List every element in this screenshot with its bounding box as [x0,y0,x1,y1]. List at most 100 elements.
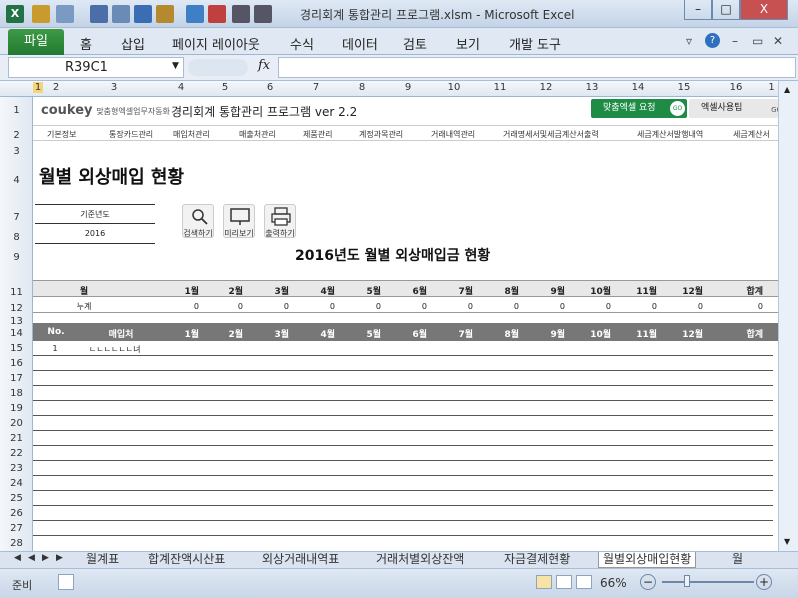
undo-icon[interactable] [56,5,74,23]
ribbon-minimize-icon[interactable]: – [732,34,738,48]
name-box[interactable]: R39C1 [8,57,184,78]
save-icon[interactable] [32,5,50,23]
row-header[interactable]: 23 [0,463,33,474]
column-header[interactable]: 8 [339,82,385,93]
row-header[interactable]: 13 [0,316,33,327]
nav-product[interactable]: 제품관리 [303,129,332,140]
column-header[interactable]: 6 [247,82,293,93]
row-header[interactable]: 27 [0,523,33,534]
request-button[interactable]: 맞춤엑셀 요청 GO [591,99,687,118]
page-layout-icon[interactable] [556,575,572,589]
column-header[interactable]: 10 [431,82,477,93]
scroll-down-icon[interactable]: ▼ [784,537,790,546]
zoom-slider-track[interactable] [662,581,754,583]
vertical-scrollbar[interactable]: ▲ ▼ [778,81,798,551]
zoom-level[interactable]: 66% [600,576,627,590]
column-header[interactable]: 13 [569,82,615,93]
nav-vendor[interactable]: 매입처관리 [173,129,210,140]
nav-statement-print[interactable]: 거래명세서및세금계산서출력 [503,129,599,140]
chevron-down-icon[interactable]: ▼ [172,61,179,71]
last-sheet-icon[interactable]: ▶ [56,553,63,563]
row-header[interactable]: 19 [0,403,33,414]
formula-input[interactable] [278,57,796,78]
sheet-tab[interactable]: 합계잔액시산표 [148,552,225,568]
tab-home[interactable]: 홈 [80,34,92,53]
next-sheet-icon[interactable]: ▶ [42,553,49,563]
column-header[interactable]: 5 [203,82,247,93]
column-header[interactable]: 3 [69,82,159,93]
camera-icon[interactable] [156,5,174,23]
column-header[interactable]: 12 [523,82,569,93]
zoom-slider-thumb[interactable] [684,575,690,587]
row-header[interactable]: 20 [0,418,33,429]
zoom-out-button[interactable]: − [640,574,656,590]
nav-basic-info[interactable]: 기본정보 [47,129,76,140]
nav-transaction[interactable]: 거래내역관리 [431,129,475,140]
tab-data[interactable]: 데이터 [342,34,378,53]
chart-icon[interactable] [208,5,226,23]
zoom-in-button[interactable]: + [756,574,772,590]
close-icon[interactable]: ✕ [773,34,783,48]
table-row[interactable]: 1 ㄴㄴㄴㄴㄴㄴ녀 [33,343,778,355]
help-icon[interactable] [186,5,204,23]
row-header[interactable]: 1 [0,105,33,116]
tab-page-layout[interactable]: 페이지 레이아웃 [172,34,260,53]
column-header[interactable]: 16 [707,82,765,93]
tab-insert[interactable]: 삽입 [121,34,145,53]
column-header[interactable]: 14 [615,82,661,93]
restore-icon[interactable]: ▭ [752,34,763,48]
row-header[interactable]: 17 [0,373,33,384]
column-header[interactable]: 11 [477,82,523,93]
nav-tax-invoice[interactable]: 세금계산서 [733,129,770,140]
sheet-tab-active[interactable]: 월별외상매입현황 [598,552,697,568]
sheet-tab[interactable]: 외상거래내역표 [262,552,339,568]
row-header[interactable]: 25 [0,493,33,504]
macro-record-icon[interactable] [58,574,74,590]
column-header[interactable]: 7 [293,82,339,93]
sort-icon[interactable] [90,5,108,23]
nav-account-subject[interactable]: 계정과목관리 [359,129,403,140]
page-break-icon[interactable] [576,575,592,589]
row-header[interactable]: 18 [0,388,33,399]
record-icon[interactable] [254,5,272,23]
normal-view-icon[interactable] [536,575,552,589]
filter-icon[interactable] [112,5,130,23]
column-header[interactable]: 9 [385,82,431,93]
sheet-tab[interactable]: 월 [732,552,743,568]
row-header[interactable]: 22 [0,448,33,459]
nav-account-card[interactable]: 통장카드관리 [109,129,153,140]
chevron-down-icon[interactable]: ▿ [686,34,692,48]
row-header[interactable]: 4 [0,175,33,186]
row-header[interactable]: 26 [0,508,33,519]
first-sheet-icon[interactable]: ◀ [14,553,21,563]
column-header[interactable]: 2 [43,82,69,93]
row-header[interactable]: 9 [0,252,33,263]
scroll-up-icon[interactable]: ▲ [784,85,790,94]
table-icon[interactable] [134,5,152,23]
row-header[interactable]: 3 [0,146,33,157]
column-header[interactable]: 1 [33,82,43,93]
row-header[interactable]: 16 [0,358,33,369]
row-header[interactable]: 11 [0,287,33,298]
row-header[interactable]: 8 [0,232,33,243]
row-header[interactable]: 24 [0,478,33,489]
nav-tax-invoice-history[interactable]: 세금계산서발행내역 [637,129,703,140]
row-header[interactable]: 12 [0,303,33,314]
minimize-button[interactable]: – [684,0,712,20]
prev-sheet-icon[interactable]: ◀ [28,553,35,563]
column-header[interactable]: 1 [765,82,778,93]
insert-function-icon[interactable]: fx [258,58,270,73]
tab-file[interactable]: 파일 [8,29,64,55]
usage-tip-button[interactable]: 엑셀사용팁 GO [689,99,778,118]
base-year-value[interactable]: 2016 [35,225,155,243]
tab-formulas[interactable]: 수식 [290,34,314,53]
macro-icon[interactable] [232,5,250,23]
row-header[interactable]: 21 [0,433,33,444]
help-icon[interactable]: ? [705,33,720,48]
row-header[interactable]: 7 [0,212,33,223]
column-header[interactable]: 15 [661,82,707,93]
maximize-button[interactable]: □ [712,0,740,20]
tab-review[interactable]: 검토 [403,34,427,53]
row-header[interactable]: 14 [0,328,33,339]
row-header[interactable]: 2 [0,130,33,141]
